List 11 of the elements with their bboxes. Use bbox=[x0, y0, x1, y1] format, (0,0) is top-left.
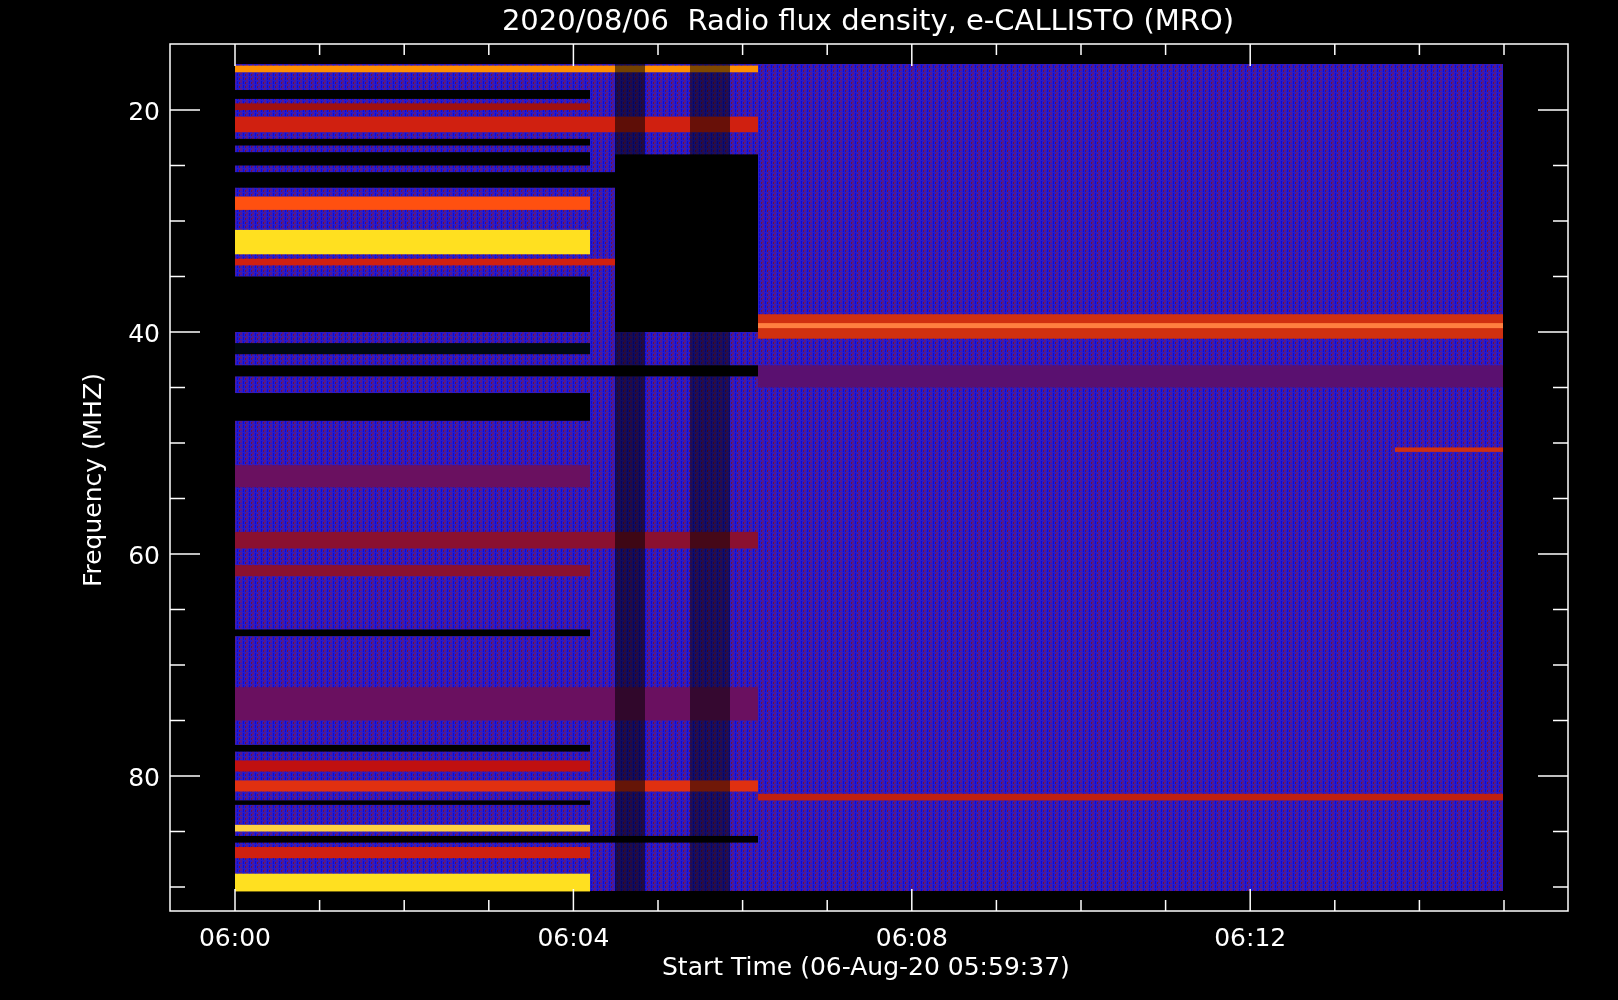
tick-label: 20 bbox=[128, 97, 160, 126]
tick-label: 80 bbox=[128, 763, 160, 792]
tick-label: 06:08 bbox=[875, 923, 948, 952]
tick-label: 06:12 bbox=[1214, 923, 1287, 952]
chart-title: 2020/08/06 Radio flux density, e-CALLISTO (MRO) bbox=[501, 3, 1235, 37]
tick-label: 40 bbox=[128, 319, 160, 348]
tick-label: 06:04 bbox=[537, 923, 610, 952]
tick-label: 06:00 bbox=[199, 923, 271, 952]
axis-title: Frequency (MHZ) bbox=[78, 372, 107, 588]
axis-title: Start Time (06-Aug-20 05:59:37) bbox=[662, 952, 1070, 981]
tick-label: 60 bbox=[128, 541, 160, 570]
